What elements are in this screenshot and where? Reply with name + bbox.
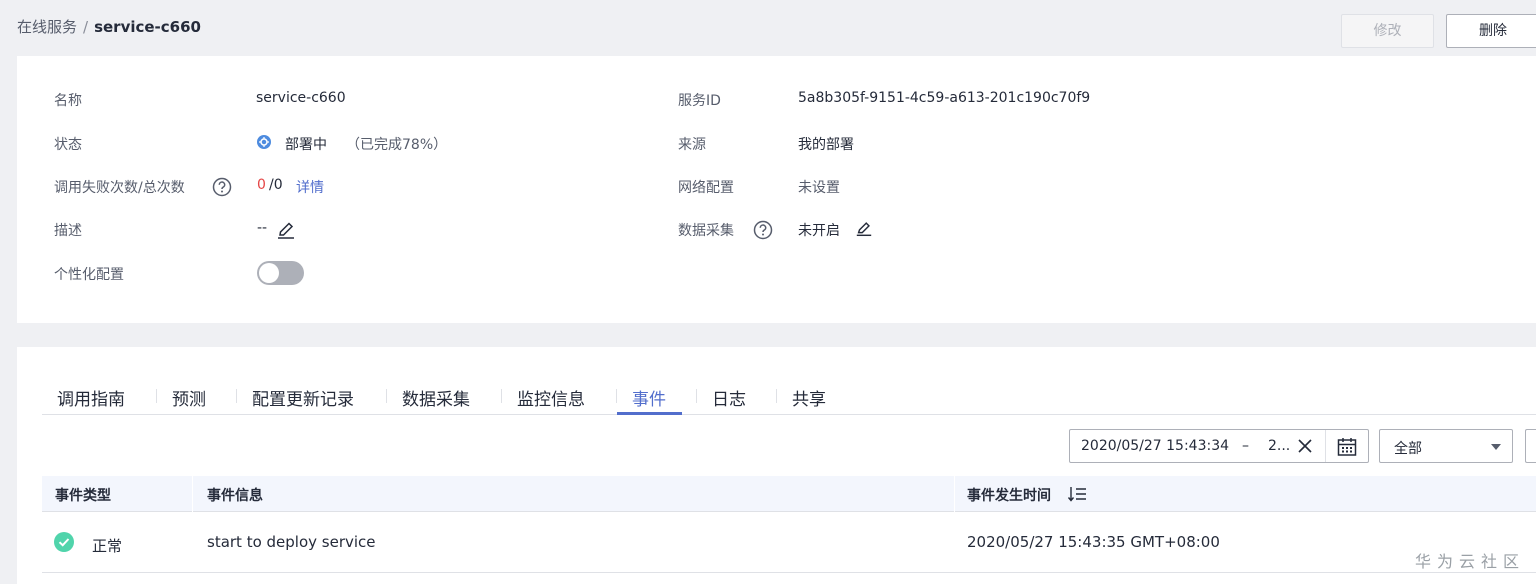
refresh-button[interactable] — [1525, 429, 1536, 463]
calls-detail-link[interactable]: 详情 — [296, 177, 324, 197]
column-header-event-type: 事件类型 — [55, 488, 111, 504]
calendar-icon[interactable] — [1336, 436, 1358, 458]
name-label: 名称 — [54, 93, 82, 109]
check-circle-icon — [54, 532, 74, 552]
data-collection-label: 数据采集 — [678, 223, 734, 239]
description-label: 描述 — [54, 223, 82, 239]
tab-bar: 调用指南 预测 配置更新记录 数据采集 监控信息 事件 日志 共享 — [42, 375, 1536, 415]
breadcrumb: 在线服务 / service-c660 — [17, 16, 201, 37]
personalization-label: 个性化配置 — [54, 267, 124, 283]
chevron-down-icon — [1491, 444, 1501, 450]
sort-icon[interactable] — [1067, 485, 1087, 503]
event-info-value: start to deploy service — [207, 533, 376, 551]
edit-button[interactable]: 修改 — [1341, 14, 1434, 48]
date-range-divider — [1325, 430, 1326, 462]
delete-button[interactable]: 删除 — [1446, 14, 1536, 48]
event-type-value: 正常 — [92, 537, 123, 555]
date-range-picker[interactable]: 2020/05/27 15:43:34 – 2... — [1069, 429, 1369, 463]
tab-logs[interactable]: 日志 — [712, 385, 746, 410]
tab-data-collection[interactable]: 数据采集 — [402, 385, 470, 410]
breadcrumb-parent-link[interactable]: 在线服务 — [17, 18, 77, 36]
column-divider — [192, 476, 193, 512]
tab-call-guide[interactable]: 调用指南 — [57, 385, 125, 410]
status-label: 状态 — [54, 137, 82, 153]
event-type-select[interactable]: 全部 — [1379, 429, 1513, 463]
personalization-toggle[interactable] — [257, 261, 304, 285]
column-divider — [954, 476, 955, 512]
description-value: -- — [257, 220, 268, 236]
tab-divider — [501, 389, 502, 403]
tab-predict[interactable]: 预测 — [172, 385, 206, 410]
calls-failed-count: 0 — [257, 177, 266, 193]
watermark: 华为云社区 — [1415, 552, 1526, 571]
tab-share[interactable]: 共享 — [792, 385, 826, 410]
column-header-event-info: 事件信息 — [207, 488, 263, 504]
detail-tabs-panel: 调用指南 预测 配置更新记录 数据采集 监控信息 事件 日志 共享 2020/0… — [17, 347, 1536, 584]
tab-divider — [236, 389, 237, 403]
clear-icon[interactable] — [1297, 438, 1313, 454]
date-range-separator: – — [1242, 438, 1249, 454]
source-label: 来源 — [678, 137, 706, 153]
active-tab-indicator — [617, 412, 682, 415]
toggle-knob — [259, 263, 279, 283]
service-id-value: 5a8b305f-9151-4c59-a613-201c190c70f9 — [798, 90, 1091, 106]
calls-label: 调用失败次数/总次数 — [54, 180, 185, 196]
top-bar: 在线服务 / service-c660 修改 删除 — [0, 0, 1536, 56]
date-range-start[interactable]: 2020/05/27 15:43:34 — [1081, 438, 1229, 454]
service-info-panel: 名称 service-c660 状态 部署中 （已完成78%） 调用失败次数/总… — [17, 56, 1536, 323]
tab-divider — [776, 389, 777, 403]
column-header-event-time[interactable]: 事件发生时间 — [967, 485, 1051, 505]
status-value: 部署中 — [285, 137, 327, 153]
calls-total-count: /0 — [269, 177, 283, 193]
help-icon[interactable] — [212, 177, 232, 197]
edit-data-collection-icon[interactable] — [855, 220, 873, 238]
status-progress-text: （已完成78%） — [346, 137, 448, 153]
tab-config-history[interactable]: 配置更新记录 — [252, 385, 354, 410]
breadcrumb-current: service-c660 — [94, 18, 201, 36]
events-table-header: 事件类型 事件信息 事件发生时间 — [42, 476, 1536, 512]
event-time-value: 2020/05/27 15:43:35 GMT+08:00 — [967, 533, 1220, 551]
deploying-status-icon — [257, 135, 271, 149]
event-type-select-value: 全部 — [1394, 441, 1422, 457]
breadcrumb-separator: / — [83, 18, 89, 36]
date-range-end[interactable]: 2... — [1268, 438, 1290, 454]
tab-divider — [616, 389, 617, 403]
tab-divider — [156, 389, 157, 403]
tab-monitoring[interactable]: 监控信息 — [517, 385, 585, 410]
tab-divider — [696, 389, 697, 403]
tab-divider — [386, 389, 387, 403]
table-row: 正常 start to deploy service 2020/05/27 15… — [42, 512, 1536, 573]
help-icon[interactable] — [753, 220, 773, 240]
source-value: 我的部署 — [798, 137, 854, 153]
network-label: 网络配置 — [678, 180, 734, 196]
data-collection-value: 未开启 — [798, 223, 840, 239]
name-value: service-c660 — [256, 90, 346, 106]
tab-events[interactable]: 事件 — [632, 385, 666, 410]
network-value: 未设置 — [798, 180, 840, 196]
service-id-label: 服务ID — [678, 93, 721, 109]
edit-description-icon[interactable] — [276, 220, 296, 240]
